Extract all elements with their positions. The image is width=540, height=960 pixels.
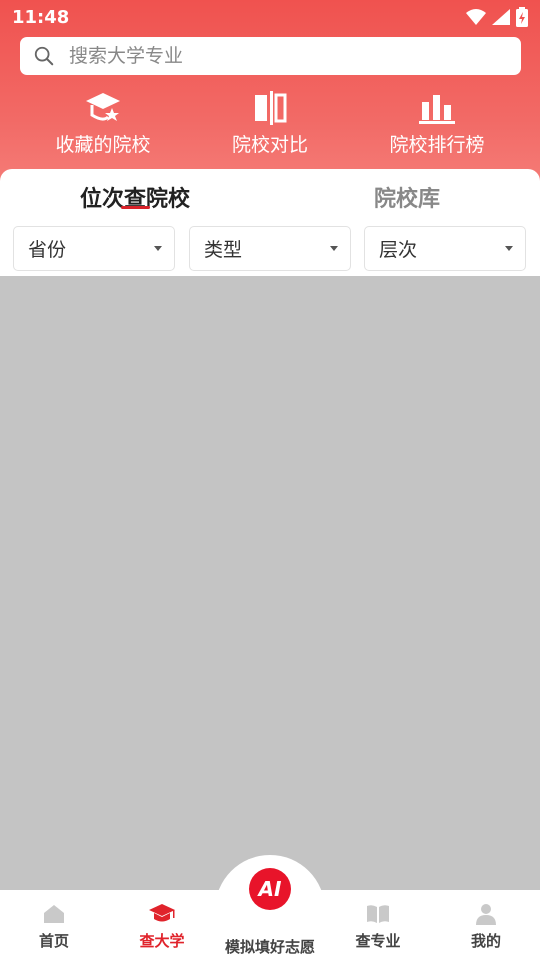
- province-dropdown-label: 省份: [28, 239, 67, 261]
- type-dropdown[interactable]: 类型: [189, 226, 351, 271]
- ai-badge-text: AI: [258, 877, 282, 901]
- graduation-cap-icon: [149, 904, 175, 922]
- caret-down-icon: [154, 246, 162, 251]
- favorite-schools-button[interactable]: 收藏的院校: [23, 90, 183, 157]
- active-tab-indicator: [121, 206, 150, 209]
- graduation-star-icon: [86, 93, 120, 121]
- status-icons: [466, 7, 528, 27]
- compare-icon: [255, 91, 287, 125]
- school-ranking-button[interactable]: 院校排行榜: [357, 90, 517, 157]
- nav-profile[interactable]: 我的: [436, 902, 536, 951]
- quick-actions: 收藏的院校 院校对比 院校排行榜: [0, 90, 540, 162]
- status-bar: 11:48: [0, 0, 540, 34]
- type-dropdown-label: 类型: [204, 239, 243, 261]
- nav-find-major-label: 查专业: [355, 932, 401, 950]
- ai-fill-label[interactable]: 模拟填好志愿: [215, 936, 325, 957]
- filter-panel: 位次查院校 院校库 省份 类型 层次: [0, 169, 540, 276]
- ai-button[interactable]: AI: [249, 868, 291, 910]
- nav-home-label: 首页: [38, 932, 69, 950]
- ranking-bars-icon: [419, 95, 455, 124]
- level-dropdown[interactable]: 层次: [364, 226, 526, 271]
- nav-profile-label: 我的: [470, 932, 501, 950]
- search-bar[interactable]: [20, 37, 521, 75]
- wifi-icon: [466, 9, 486, 25]
- nav-find-university-label: 查大学: [139, 932, 185, 950]
- book-icon: [367, 905, 389, 923]
- compare-schools-button[interactable]: 院校对比: [190, 90, 350, 157]
- signal-icon: [492, 9, 510, 25]
- compare-schools-label: 院校对比: [231, 134, 308, 156]
- search-input[interactable]: [69, 45, 469, 67]
- nav-find-major[interactable]: 查专业: [328, 902, 428, 951]
- results-placeholder-area: [0, 276, 540, 890]
- tab-school-library[interactable]: 院校库: [374, 181, 440, 213]
- search-icon: [34, 46, 54, 66]
- home-icon: [44, 905, 64, 923]
- school-ranking-label: 院校排行榜: [389, 134, 485, 156]
- battery-icon: [516, 7, 528, 27]
- user-icon: [476, 904, 496, 925]
- nav-home[interactable]: 首页: [4, 902, 104, 951]
- level-dropdown-label: 层次: [379, 239, 418, 261]
- caret-down-icon: [330, 246, 338, 251]
- province-dropdown[interactable]: 省份: [13, 226, 175, 271]
- nav-find-university[interactable]: 查大学: [112, 902, 212, 951]
- caret-down-icon: [505, 246, 513, 251]
- status-time: 11:48: [12, 7, 70, 28]
- favorite-schools-label: 收藏的院校: [55, 134, 151, 156]
